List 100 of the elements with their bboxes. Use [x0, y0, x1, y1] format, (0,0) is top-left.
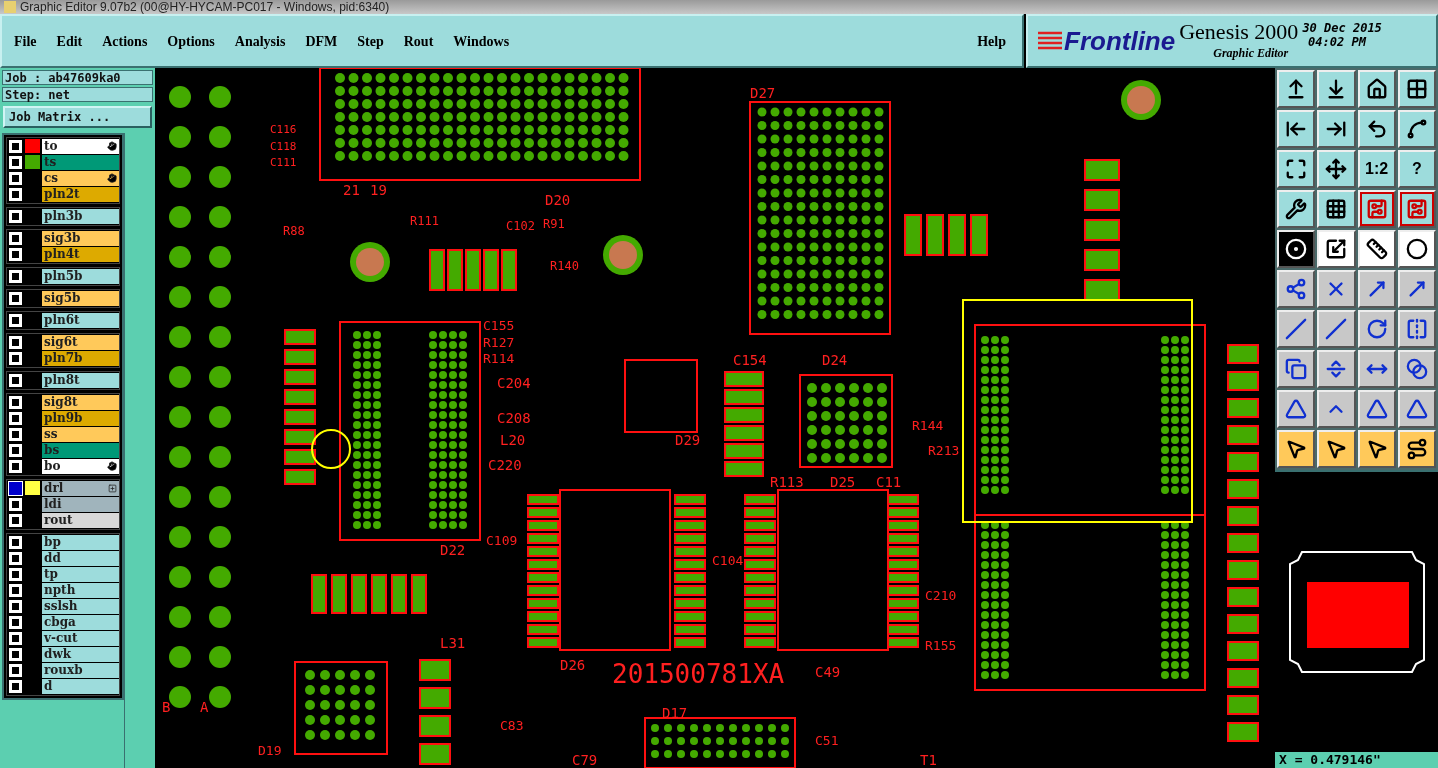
layer-name[interactable]: pln4t	[42, 246, 119, 262]
component-label: 201500781XA	[612, 659, 785, 689]
tool-button[interactable]	[1397, 70, 1436, 108]
tool-button[interactable]	[1277, 150, 1316, 188]
tool-button[interactable]	[1317, 230, 1356, 268]
layer-name[interactable]: bp	[42, 534, 119, 550]
layer-name[interactable]: dd	[42, 550, 119, 566]
tool-button[interactable]	[1317, 430, 1356, 468]
menu-item[interactable]: Windows	[453, 30, 510, 52]
layer-name[interactable]: ss	[42, 426, 119, 442]
tool-button[interactable]	[1357, 230, 1396, 268]
component-label: T1	[920, 752, 937, 768]
tool-button[interactable]	[1277, 110, 1316, 148]
move-icon	[1325, 158, 1348, 180]
layer-name[interactable]: d	[42, 678, 119, 694]
tool-button[interactable]: ?	[1397, 150, 1436, 188]
tool-button[interactable]	[1357, 110, 1396, 148]
tool-button[interactable]	[1277, 270, 1316, 308]
tool-button[interactable]	[1317, 310, 1356, 348]
layer-name[interactable]: v-cut	[42, 630, 119, 646]
tool-button[interactable]	[1317, 190, 1356, 228]
circuit-icon	[1365, 198, 1388, 220]
layer-name[interactable]: cs	[42, 170, 119, 186]
component-label: C154	[733, 352, 767, 368]
layer-label: rouxb	[44, 664, 83, 676]
layer-name[interactable]: pln8t	[42, 372, 119, 388]
layer-name[interactable]: ldi	[42, 496, 119, 512]
tool-button[interactable]	[1397, 230, 1436, 268]
layer-name[interactable]: bs	[42, 442, 119, 458]
component-label: D19	[258, 743, 282, 758]
tool-button[interactable]	[1317, 350, 1356, 388]
menu-item[interactable]: File	[14, 30, 37, 52]
component-label: R88	[283, 224, 305, 238]
tool-button[interactable]	[1397, 110, 1436, 148]
tool-button[interactable]	[1277, 230, 1316, 268]
tool-button[interactable]	[1277, 350, 1316, 388]
layer-name[interactable]: pln6t	[42, 312, 119, 328]
layer-name[interactable]: pln7b	[42, 350, 119, 366]
tool-button[interactable]	[1317, 110, 1356, 148]
component-label: C118	[270, 140, 297, 153]
layer-name[interactable]: sslsh	[42, 598, 119, 614]
tool-button[interactable]	[1357, 70, 1396, 108]
tool-button[interactable]	[1357, 270, 1396, 308]
job-matrix-button[interactable]: Job Matrix ...	[3, 106, 152, 128]
layer-name[interactable]: pln3b	[42, 208, 119, 224]
layer-name[interactable]: sig8t	[42, 394, 119, 410]
tool-button[interactable]	[1317, 150, 1356, 188]
menu-item[interactable]: Options	[167, 30, 215, 52]
layer-name[interactable]: to	[42, 138, 119, 154]
layer-label: sig8t	[44, 396, 78, 408]
layer-name[interactable]: pln9b	[42, 410, 119, 426]
layer-name[interactable]: sig5b	[42, 290, 119, 306]
layer-name[interactable]: dwk	[42, 646, 119, 662]
tool-button[interactable]: 1:2	[1357, 150, 1396, 188]
menu-item[interactable]: Rout	[403, 30, 434, 52]
tool-button[interactable]	[1357, 430, 1396, 468]
tool-button[interactable]	[1317, 390, 1356, 428]
layer-name[interactable]: cbga	[42, 614, 119, 630]
tool-button[interactable]	[1397, 390, 1436, 428]
tool-button[interactable]	[1277, 70, 1316, 108]
menu-item[interactable]: Step	[357, 30, 384, 52]
tool-button[interactable]	[1277, 190, 1316, 228]
tool-button[interactable]	[1317, 70, 1356, 108]
layer-name[interactable]: tp	[42, 566, 119, 582]
layer-name[interactable]: rout	[42, 512, 119, 528]
layer-name[interactable]: pln5b	[42, 268, 119, 284]
layer-name[interactable]: pln2t	[42, 186, 119, 202]
app-icon	[4, 1, 16, 13]
layer-checkbox[interactable]	[9, 481, 22, 495]
layer-name[interactable]: rouxb	[42, 662, 119, 678]
tool-button[interactable]	[1277, 390, 1316, 428]
layer-name[interactable]: sig3b	[42, 230, 119, 246]
help-menu[interactable]: Help	[977, 30, 1006, 52]
layer-name[interactable]: bo	[42, 458, 119, 474]
tool-button[interactable]	[1357, 190, 1396, 228]
layer-name[interactable]: npth	[42, 582, 119, 598]
tool-button[interactable]	[1357, 390, 1396, 428]
menu-item[interactable]: DFM	[305, 30, 338, 52]
layer-label: bs	[44, 444, 60, 456]
tool-button[interactable]	[1317, 270, 1356, 308]
menu-item[interactable]: Analysis	[234, 30, 286, 52]
component-label: C116	[270, 123, 297, 136]
rotate-icon	[1365, 318, 1388, 340]
tool-button[interactable]	[1397, 270, 1436, 308]
tool-button[interactable]	[1397, 310, 1436, 348]
tool-button[interactable]	[1277, 430, 1316, 468]
component-label: D25	[830, 474, 856, 490]
layer-name[interactable]: sig6t	[42, 334, 119, 350]
tool-button[interactable]	[1357, 350, 1396, 388]
layer-label: pln7b	[44, 352, 83, 364]
tool-button[interactable]	[1397, 350, 1436, 388]
menu-item[interactable]: Edit	[56, 30, 83, 52]
layer-name[interactable]: ts	[42, 154, 119, 170]
tool-button[interactable]	[1277, 310, 1316, 348]
tool-button[interactable]	[1397, 190, 1436, 228]
layer-label: ts	[44, 156, 57, 168]
layer-name[interactable]: drl	[42, 480, 119, 496]
tool-button[interactable]	[1357, 310, 1396, 348]
tool-button[interactable]	[1397, 430, 1436, 468]
menu-item[interactable]: Actions	[102, 30, 148, 52]
